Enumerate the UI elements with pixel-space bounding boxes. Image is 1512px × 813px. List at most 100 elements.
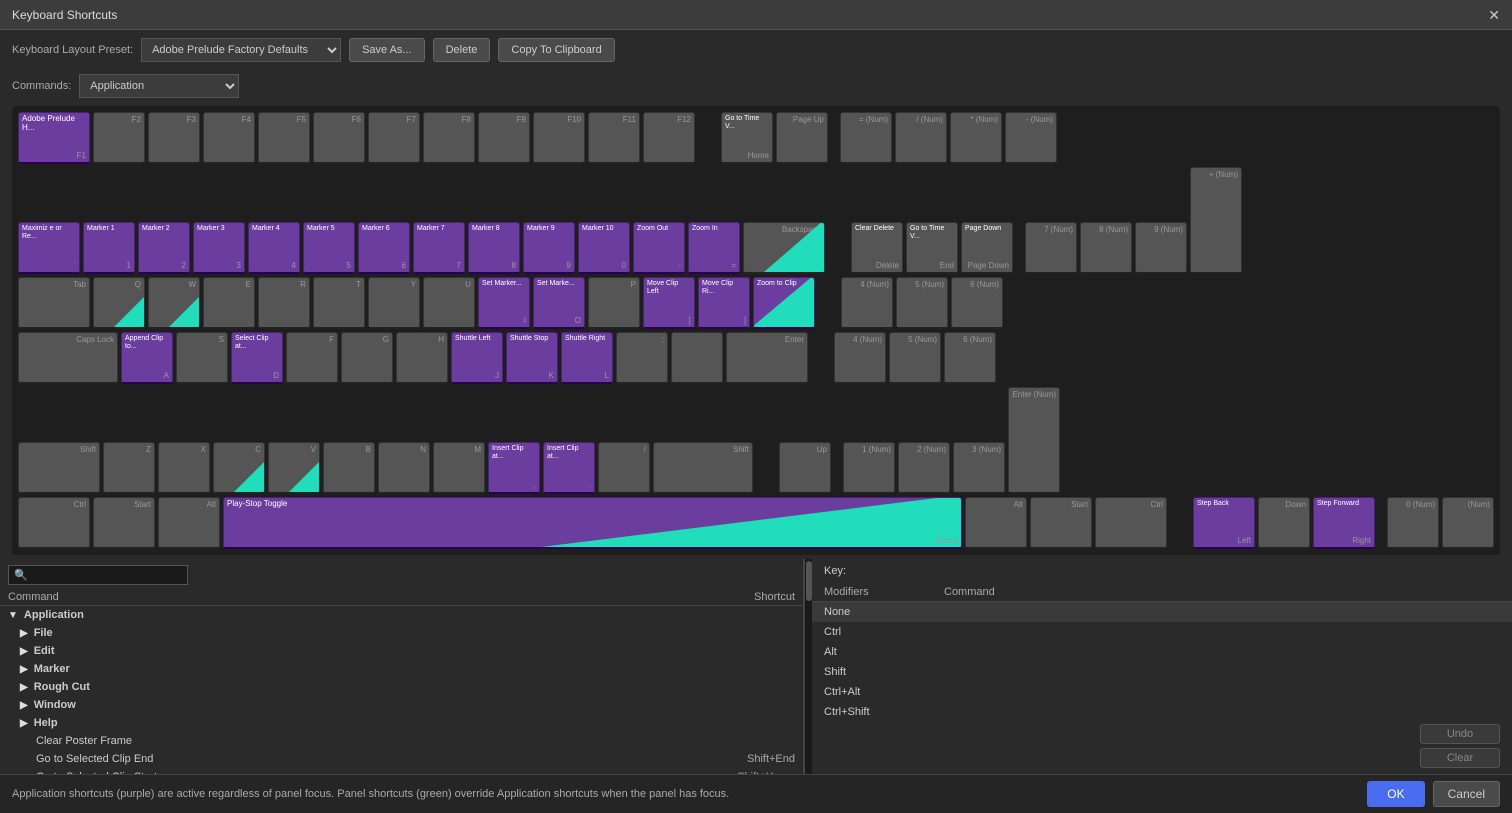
- search-input[interactable]: [8, 565, 188, 585]
- mod-row-ctrl-shift[interactable]: Ctrl+Shift: [812, 702, 1512, 718]
- key-9[interactable]: Marker 9 9: [523, 222, 575, 274]
- commands-select[interactable]: Application: [79, 74, 239, 98]
- key-tab[interactable]: Tab: [18, 277, 90, 329]
- key-capslock[interactable]: Caps Lock: [18, 332, 118, 384]
- key-q[interactable]: Q: [93, 277, 145, 329]
- key-minus[interactable]: Zoom Out -: [633, 222, 685, 274]
- key-maximize[interactable]: Maximiz e or Re... `: [18, 222, 80, 274]
- key-bracket-close[interactable]: Move Clip Ri... ]: [698, 277, 750, 329]
- cmd-category-roughcut[interactable]: ▶ Rough Cut: [0, 678, 803, 696]
- key-num3[interactable]: 6 (Num): [944, 332, 996, 384]
- key-num-eq[interactable]: = (Num): [840, 112, 892, 164]
- key-num9[interactable]: 9 (Num): [1135, 222, 1187, 274]
- key-j[interactable]: Shuttle Left J: [451, 332, 503, 384]
- key-start-left[interactable]: Start: [93, 497, 155, 549]
- key-num4[interactable]: 4 (Num): [841, 277, 893, 329]
- key-f6[interactable]: F6: [313, 112, 365, 164]
- key-8[interactable]: Marker 8 8: [468, 222, 520, 274]
- key-r[interactable]: R: [258, 277, 310, 329]
- key-enter[interactable]: Enter: [726, 332, 808, 384]
- undo-button[interactable]: Undo: [1420, 724, 1500, 744]
- mod-row-none[interactable]: None: [812, 602, 1512, 622]
- key-enter-num[interactable]: Enter (Num): [1008, 387, 1060, 494]
- mod-row-ctrl-alt[interactable]: Ctrl+Alt: [812, 682, 1512, 702]
- key-a[interactable]: Append Clip to... A: [121, 332, 173, 384]
- key-num7[interactable]: 7 (Num): [1025, 222, 1077, 274]
- key-num2[interactable]: 5 (Num): [889, 332, 941, 384]
- close-button[interactable]: ✕: [1488, 8, 1500, 22]
- key-down[interactable]: Down: [1258, 497, 1310, 549]
- key-comma[interactable]: Insert Clip at... ,: [488, 442, 540, 494]
- key-up[interactable]: Up: [779, 442, 831, 494]
- key-num-plus[interactable]: + (Num): [1190, 167, 1242, 274]
- key-f10[interactable]: F10: [533, 112, 585, 164]
- key-f5[interactable]: F5: [258, 112, 310, 164]
- key-f3[interactable]: F3: [148, 112, 200, 164]
- key-2[interactable]: Marker 2 2: [138, 222, 190, 274]
- scrollbar-thumb[interactable]: [806, 561, 812, 601]
- key-e[interactable]: E: [203, 277, 255, 329]
- key-home[interactable]: Go to Time V... Home: [721, 112, 773, 164]
- save-as-button[interactable]: Save As...: [349, 38, 425, 62]
- key-5[interactable]: Marker 5 5: [303, 222, 355, 274]
- key-num6[interactable]: 6 (Num): [951, 277, 1003, 329]
- key-w[interactable]: W: [148, 277, 200, 329]
- key-alt-left[interactable]: Alt: [158, 497, 220, 549]
- key-f9[interactable]: F9: [478, 112, 530, 164]
- cmd-goto-selected-clip-end[interactable]: Go to Selected Clip End Shift+End: [0, 750, 803, 768]
- key-num-dot[interactable]: . (Num): [1442, 497, 1494, 549]
- key-bracket-open[interactable]: Move Clip Left [: [643, 277, 695, 329]
- key-1[interactable]: Marker 1 1: [83, 222, 135, 274]
- key-7[interactable]: Marker 7 7: [413, 222, 465, 274]
- key-num1[interactable]: 4 (Num): [834, 332, 886, 384]
- key-slash[interactable]: /: [598, 442, 650, 494]
- key-num5[interactable]: 5 (Num): [896, 277, 948, 329]
- key-y[interactable]: Y: [368, 277, 420, 329]
- key-g[interactable]: G: [341, 332, 393, 384]
- cmd-category-edit[interactable]: ▶ Edit: [0, 642, 803, 660]
- key-h[interactable]: H: [396, 332, 448, 384]
- key-start-right[interactable]: Start: [1030, 497, 1092, 549]
- key-ctrl-right[interactable]: Ctrl: [1095, 497, 1167, 549]
- cmd-category-file[interactable]: ▶ File: [0, 624, 803, 642]
- key-l[interactable]: Shuttle Right L: [561, 332, 613, 384]
- key-v[interactable]: V: [268, 442, 320, 494]
- key-num-3[interactable]: 3 (Num): [953, 442, 1005, 494]
- key-step-forward[interactable]: Step Forward Right: [1313, 497, 1375, 549]
- key-num-1[interactable]: 1 (Num): [843, 442, 895, 494]
- key-f2[interactable]: F2: [93, 112, 145, 164]
- cmd-category-window[interactable]: ▶ Window: [0, 696, 803, 714]
- key-backspace[interactable]: Backspace: [743, 222, 825, 274]
- key-quote[interactable]: [671, 332, 723, 384]
- key-o[interactable]: Set Marke... O: [533, 277, 585, 329]
- key-f7[interactable]: F7: [368, 112, 420, 164]
- key-step-back[interactable]: Step Back Left: [1193, 497, 1255, 549]
- key-pageup[interactable]: Page Up: [776, 112, 828, 164]
- key-ctrl-left[interactable]: Ctrl: [18, 497, 90, 549]
- key-equals[interactable]: Zoom In =: [688, 222, 740, 274]
- key-shift-left[interactable]: Shift: [18, 442, 100, 494]
- ok-button[interactable]: OK: [1367, 781, 1424, 807]
- preset-select[interactable]: Adobe Prelude Factory Defaults: [141, 38, 341, 62]
- key-f11[interactable]: F11: [588, 112, 640, 164]
- key-num-minus[interactable]: - (Num): [1005, 112, 1057, 164]
- mod-row-shift[interactable]: Shift: [812, 662, 1512, 682]
- delete-button[interactable]: Delete: [433, 38, 491, 62]
- key-u[interactable]: U: [423, 277, 475, 329]
- clear-button[interactable]: Clear: [1420, 748, 1500, 768]
- key-x[interactable]: X: [158, 442, 210, 494]
- key-0[interactable]: Marker 10 0: [578, 222, 630, 274]
- key-6[interactable]: Marker 6 6: [358, 222, 410, 274]
- key-num-0[interactable]: 0 (Num): [1387, 497, 1439, 549]
- key-num-star[interactable]: * (Num): [950, 112, 1002, 164]
- scrollbar[interactable]: [804, 559, 812, 774]
- key-z[interactable]: Z: [103, 442, 155, 494]
- mod-row-alt[interactable]: Alt: [812, 642, 1512, 662]
- mod-row-ctrl[interactable]: Ctrl: [812, 622, 1512, 642]
- key-space[interactable]: Play-Stop Toggle Space: [223, 497, 962, 549]
- cmd-category-help[interactable]: ▶ Help: [0, 714, 803, 732]
- key-shift-right[interactable]: Shift: [653, 442, 753, 494]
- cmd-category-application[interactable]: ▼ Application: [0, 606, 803, 624]
- key-f4[interactable]: F4: [203, 112, 255, 164]
- key-3[interactable]: Marker 3 3: [193, 222, 245, 274]
